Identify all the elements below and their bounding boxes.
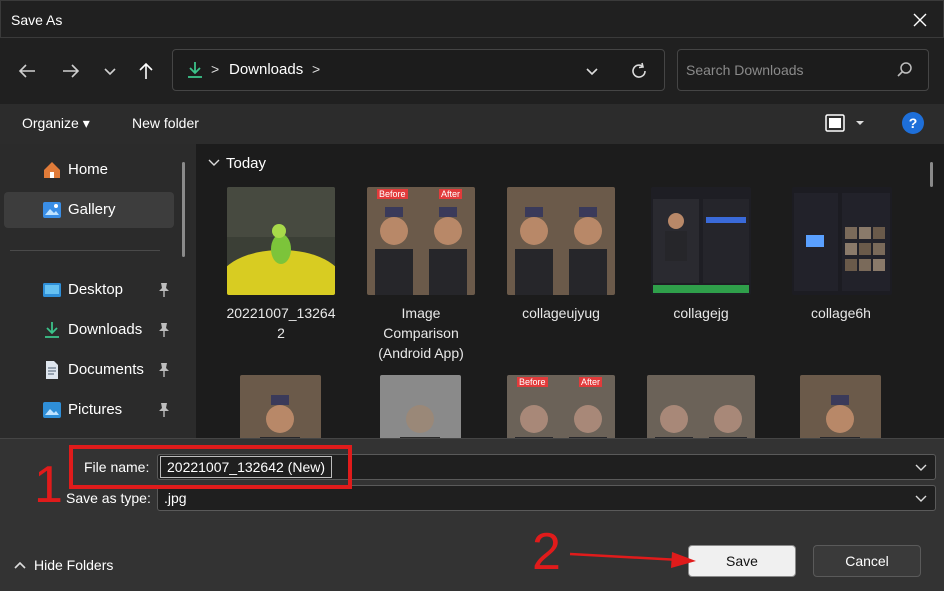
search-icon[interactable] — [896, 61, 914, 79]
home-icon — [44, 162, 60, 178]
gallery-icon — [43, 202, 61, 218]
address-dropdown-chevron-icon[interactable] — [583, 62, 601, 80]
forward-arrow-icon[interactable] — [60, 60, 82, 82]
pin-icon[interactable] — [157, 282, 171, 298]
thumbnail-image-comparison[interactable]: Before After — [367, 187, 475, 295]
view-options-chevron-icon[interactable] — [854, 118, 866, 128]
close-icon[interactable] — [909, 9, 931, 31]
chevron-down-icon[interactable] — [915, 463, 927, 473]
new-folder-button[interactable]: New folder — [132, 115, 199, 131]
back-arrow-icon[interactable] — [16, 60, 38, 82]
hide-folders-toggle[interactable]: Hide Folders — [14, 557, 113, 573]
documents-icon — [46, 361, 58, 379]
sidebar-item-label: Documents — [68, 361, 144, 378]
download-icon — [45, 322, 59, 338]
sidebar-item-label: Pictures — [68, 401, 123, 418]
pin-icon[interactable] — [157, 362, 171, 378]
thumbnail-row2-1[interactable] — [240, 375, 321, 438]
portrait-photo-icon — [380, 375, 461, 438]
up-arrow-icon[interactable] — [135, 60, 157, 82]
app-screenshot-icon — [792, 187, 892, 295]
pictures-icon — [43, 402, 61, 418]
sidebar-item-label: Gallery — [68, 201, 116, 218]
portrait-comparison-icon — [367, 187, 475, 295]
arrow-icon — [569, 552, 696, 568]
breadcrumb-separator[interactable]: > — [312, 61, 320, 77]
after-badge: After — [439, 189, 463, 199]
thumbnail-row2-5[interactable] — [800, 375, 881, 438]
sidebar-item-desktop[interactable]: Desktop — [4, 272, 174, 308]
sidebar-item-home[interactable]: Home — [4, 152, 174, 188]
parakeet-photo-icon — [227, 187, 335, 295]
group-label: Today — [226, 155, 267, 172]
address-bar[interactable]: > Downloads > — [172, 49, 665, 91]
file-name[interactable]: Image Comparison (Android App) — [360, 303, 482, 363]
thumbnail-collagejg[interactable] — [651, 187, 751, 295]
before-badge: Before — [517, 377, 548, 387]
pin-icon[interactable] — [157, 402, 171, 418]
recent-locations-chevron-icon[interactable] — [99, 60, 121, 82]
sidebar-item-pictures[interactable]: Pictures — [4, 392, 174, 428]
hide-folders-label: Hide Folders — [34, 557, 114, 573]
thumbnail-collageujyug[interactable] — [507, 187, 615, 295]
window-title: Save As — [11, 12, 63, 28]
sidebar-item-gallery[interactable]: Gallery — [4, 192, 174, 228]
search-box[interactable] — [677, 49, 929, 91]
portrait-collage-icon — [507, 187, 615, 295]
refresh-icon[interactable] — [628, 60, 650, 82]
highlight-box — [69, 445, 352, 489]
chevron-up-icon — [14, 561, 26, 569]
content-scrollbar[interactable] — [930, 162, 933, 187]
sidebar-divider — [10, 250, 160, 251]
app-screenshot-icon — [651, 187, 751, 295]
cancel-button[interactable]: Cancel — [813, 545, 921, 577]
after-badge: After — [579, 377, 603, 387]
thumbnail-row2-3[interactable]: Before After — [507, 375, 615, 438]
pin-icon[interactable] — [157, 322, 171, 338]
download-icon — [188, 62, 202, 78]
file-list: Today 20221007_13264 2 Before After Imag… — [196, 144, 944, 438]
sidebar-item-label: Home — [68, 161, 109, 178]
group-header-today[interactable]: Today — [208, 155, 266, 172]
navigation-bar: > Downloads > — [0, 38, 944, 104]
thumbnail-row2-2[interactable] — [380, 375, 461, 438]
chevron-down-icon[interactable] — [915, 494, 927, 504]
help-icon[interactable]: ? — [902, 112, 924, 134]
portrait-collage-icon — [647, 375, 755, 438]
command-bar: Organize ▾ New folder ? — [0, 104, 944, 144]
step-1-number: 1 — [34, 456, 63, 514]
breadcrumb-downloads[interactable]: Downloads — [229, 61, 303, 78]
organize-menu[interactable]: Organize ▾ — [22, 115, 90, 132]
thumbnail-parakeet[interactable] — [227, 187, 335, 295]
sidebar-item-documents[interactable]: Documents — [4, 352, 174, 388]
before-badge: Before — [377, 189, 408, 199]
portrait-photo-icon — [240, 375, 321, 438]
file-name[interactable]: 20221007_13264 2 — [220, 303, 342, 343]
view-layout-icon[interactable] — [824, 113, 846, 133]
save-as-type-label: Save as type: — [66, 490, 151, 506]
desktop-icon — [43, 283, 61, 297]
sidebar-item-label: Downloads — [68, 321, 143, 338]
breadcrumb-separator[interactable]: > — [211, 61, 219, 77]
save-button[interactable]: Save — [688, 545, 796, 577]
navigation-pane: Home Gallery Desktop Downloads Documents… — [0, 144, 196, 438]
file-name[interactable]: collagejg — [640, 303, 762, 323]
save-as-type-value[interactable]: .jpg — [164, 490, 187, 506]
sidebar-item-downloads[interactable]: Downloads — [4, 312, 174, 348]
file-name[interactable]: collage6h — [780, 303, 902, 323]
title-bar: Save As — [0, 0, 944, 38]
thumbnail-collage6h[interactable] — [792, 187, 892, 295]
sidebar-scrollbar[interactable] — [182, 162, 185, 257]
sidebar-item-label: Desktop — [68, 281, 124, 298]
thumbnail-row2-4[interactable] — [647, 375, 755, 438]
search-input[interactable] — [686, 60, 886, 80]
step-2-number: 2 — [532, 523, 561, 581]
file-name[interactable]: collageujyug — [500, 303, 622, 323]
portrait-photo-icon — [800, 375, 881, 438]
chevron-down-icon — [208, 159, 220, 166]
